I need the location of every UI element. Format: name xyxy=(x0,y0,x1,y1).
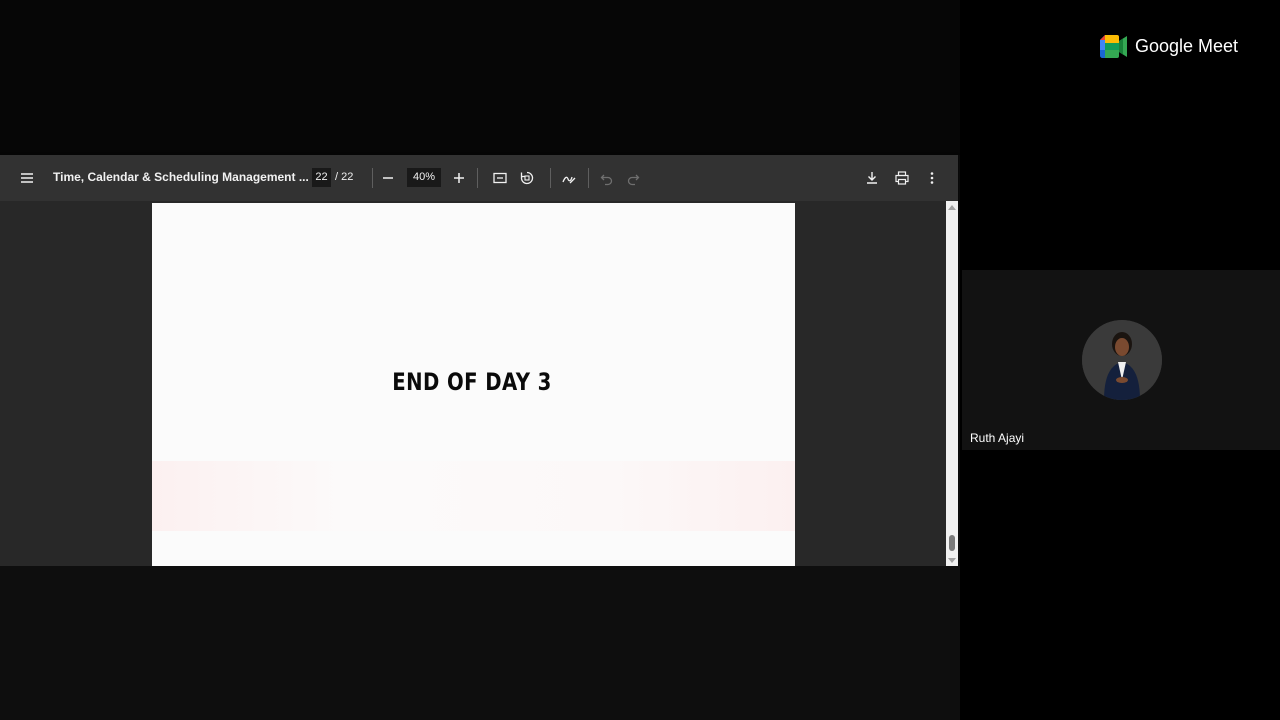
page-total: / 22 xyxy=(335,171,354,183)
menu-icon[interactable] xyxy=(16,167,38,189)
pdf-toolbar: Time, Calendar & Scheduling Management .… xyxy=(0,155,958,201)
document-title: Time, Calendar & Scheduling Management .… xyxy=(53,170,309,184)
meet-brand-text: Google Meet xyxy=(1135,36,1239,56)
participant-name: Ruth Ajayi xyxy=(970,431,1025,445)
zoom-level-input[interactable] xyxy=(407,168,441,187)
zoom-in-icon[interactable] xyxy=(448,167,470,189)
toolbar-divider xyxy=(477,168,478,188)
pdf-page: END OF DAY 3 xyxy=(152,203,795,566)
meet-logo-icon xyxy=(1100,35,1127,58)
shared-screen-area: Time, Calendar & Scheduling Management .… xyxy=(0,0,960,720)
participant-avatar xyxy=(1082,320,1162,400)
participant-tile[interactable]: Ruth Ajayi xyxy=(962,270,1280,450)
scroll-up-icon[interactable] xyxy=(948,205,956,210)
scroll-down-icon[interactable] xyxy=(948,558,956,563)
pdf-viewer: Time, Calendar & Scheduling Management .… xyxy=(0,155,958,566)
pdf-content-area[interactable]: END OF DAY 3 xyxy=(0,201,946,566)
print-icon[interactable] xyxy=(891,167,913,189)
slide-faded-footer xyxy=(152,461,795,531)
redo-icon[interactable] xyxy=(622,167,644,189)
rotate-icon[interactable] xyxy=(516,167,538,189)
screen-bottom-area xyxy=(0,566,960,720)
zoom-out-icon[interactable] xyxy=(377,167,399,189)
toolbar-divider xyxy=(588,168,589,188)
toolbar-divider xyxy=(372,168,373,188)
download-icon[interactable] xyxy=(861,167,883,189)
scroll-thumb[interactable] xyxy=(949,535,955,551)
page-number-input[interactable] xyxy=(312,168,331,187)
undo-icon[interactable] xyxy=(596,167,618,189)
slide-heading: END OF DAY 3 xyxy=(392,368,552,396)
google-meet-logo: Google Meet xyxy=(1100,35,1238,58)
fit-page-icon[interactable] xyxy=(489,167,511,189)
vertical-scrollbar[interactable] xyxy=(946,201,958,566)
screen-top-area xyxy=(0,0,960,155)
more-icon[interactable] xyxy=(921,167,943,189)
annotate-icon[interactable] xyxy=(558,167,580,189)
toolbar-divider xyxy=(550,168,551,188)
